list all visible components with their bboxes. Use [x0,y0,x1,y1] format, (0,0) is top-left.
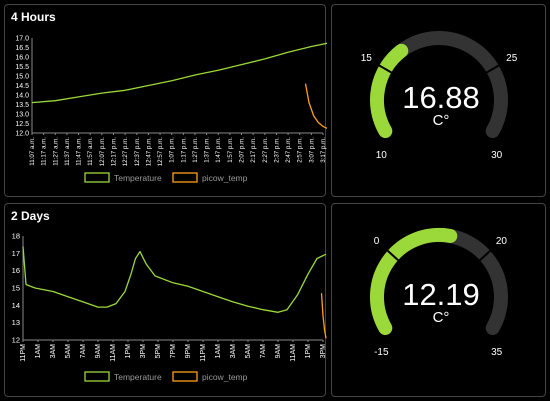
x-tick-label: 1:57 p.m. [227,137,234,163]
chart-panel-4-hours: 4 Hours 17.0 16.5 16.0 15.5 15.0 14.5 14.0 13.5… [4,4,327,198]
chart-2-days[interactable]: 1817161514131211PM 1AM 3AM 5AM 7AM 9AM 11AM 1PM… [5,204,327,398]
x-tick-label: 1AM [215,344,222,359]
x-tick-label: 3:17 p.m. [320,137,327,163]
y-tick-label: 15.5 [15,64,29,71]
x-tick-label: 11:47 a.m. [76,137,83,166]
x-tick-label: 12:27 p.m. [122,137,129,167]
x-tick-label: 5AM [245,344,252,359]
x-tick-label: 1:17 p.m. [180,137,187,163]
x-tick-label: 9AM [275,344,282,359]
legend-swatch [172,371,198,382]
x-tick-label: 2:57 p.m. [297,137,304,163]
y-tick-label: 16.0 [15,55,29,62]
x-tick-label: 11AM [290,344,297,362]
legend-swatch [84,172,110,183]
gauge-value: 16.88 [402,80,480,115]
x-tick-label: 9AM [95,344,102,359]
x-tick-label: 1:47 p.m. [215,137,222,163]
x-tick-label: 1:27 p.m. [192,137,199,163]
gauge-unit: C° [433,309,450,326]
y-tick-label: 14.0 [15,93,29,100]
legend-swatch [172,172,198,183]
gauge-min-label: -15 [374,347,389,358]
x-tick-label: 11:17 a.m. [41,137,48,166]
x-tick-label: 12:17 p.m. [110,137,117,167]
legend-label: picow_temp [202,372,248,382]
x-tick-label: 11AM [110,344,117,362]
x-tick-label: 7AM [260,344,267,359]
y-tick-label: 17 [12,249,20,258]
x-tick-label: 3AM [230,344,237,359]
x-tick-label: 1:37 p.m. [204,137,211,163]
x-tick-label: 11:07 a.m. [29,137,36,166]
y-tick-label: 15 [12,284,20,293]
y-tick-label: 18 [12,232,20,241]
chart-4-hours[interactable]: 17.0 16.5 16.0 15.5 15.0 14.5 14.0 13.5 13.0 12.5… [5,5,327,198]
x-tick-label: 2:07 p.m. [239,137,246,163]
x-tick-label: 2:47 p.m. [285,137,292,163]
x-tick-label: 11:27 a.m. [52,137,59,166]
x-tick-label: 3:07 p.m. [308,137,315,163]
x-tick-label: 5AM [65,344,72,359]
y-tick-label: 13.0 [15,112,29,119]
x-tick-label: 12:47 p.m. [145,137,152,167]
y-tick-label: 12.5 [15,121,29,128]
x-tick-label: 5PM [155,344,162,359]
gauge-low-threshold-label: 0 [374,236,380,247]
x-tick-label: 11:37 a.m. [64,137,71,166]
y-tick-label: 13.5 [15,102,29,109]
gauge-panel-2: 0 20 -15 35 12.19 C° [331,203,546,397]
x-tick-label: 2:27 p.m. [262,137,269,163]
legend-swatch [84,371,110,382]
chart-panel-2-days: 2 Days 18 17 16 15 14 13 12 11PM 1AM 3AM 5AM 7AM 9AM… [4,203,327,398]
x-tick-label: 12:37 p.m. [134,137,141,167]
gauge-value: 12.19 [402,277,480,312]
x-tick-label: 1PM [305,344,312,359]
series-line-temperature [22,246,327,313]
x-tick-label: 12:57 p.m. [157,137,164,167]
series-line-picow-temp [320,293,327,339]
y-tick-label: 16.5 [15,45,29,52]
gauge-2: 0 20 -15 35 12.19C° [369,227,508,358]
gauge-unit: C° [433,112,450,129]
x-tick-label: 1AM [35,344,42,359]
gauge-min-label: 10 [376,150,388,161]
x-tick-label: 2:17 p.m. [250,137,257,163]
y-tick-label: 15.0 [15,74,29,81]
x-tick-label: 7AM [80,344,87,359]
gauge-value-arc [370,43,409,138]
x-tick-label: 3PM [140,344,147,359]
gauge-max-label: 35 [491,347,503,358]
gauge-panel-1: 15 25 10 30 16.88 C° [331,4,546,197]
gauge-high-threshold-label: 25 [506,53,518,64]
gauge-low-threshold-label: 15 [361,53,373,64]
x-tick-label: 3PM [320,344,327,359]
x-tick-label: 7PM [170,344,177,359]
x-tick-label: 1:07 p.m. [169,137,176,163]
x-tick-label: 3AM [50,344,57,359]
y-tick-label: 12.0 [15,131,29,138]
gauge-max-label: 30 [491,150,503,161]
x-tick-label: 11PM [20,344,27,362]
legend-label: Temperature [114,372,162,382]
legend-label: Temperature [114,173,162,183]
x-tick-label: 11:57 a.m. [87,137,94,166]
y-tick-label: 14.5 [15,83,29,90]
x-tick-label: 9PM [185,344,192,359]
gauge-1: 15 25 10 30 16.88C° [361,31,518,161]
y-tick-label: 12 [12,336,20,345]
series-line-picow-temp [304,83,327,130]
x-tick-label: 11PM [200,344,207,362]
x-tick-label: 12:07 p.m. [99,137,106,167]
y-tick-label: 17.0 [15,36,29,43]
x-tick-label: 1PM [125,344,132,359]
legend-label: picow_temp [202,173,248,183]
y-tick-label: 16 [12,266,20,275]
series-line-temperature [31,42,327,104]
y-tick-label: 14 [12,301,20,310]
gauge-high-threshold-label: 20 [496,236,508,247]
y-tick-label: 13 [12,318,20,327]
x-tick-label: 2:37 p.m. [273,137,280,163]
